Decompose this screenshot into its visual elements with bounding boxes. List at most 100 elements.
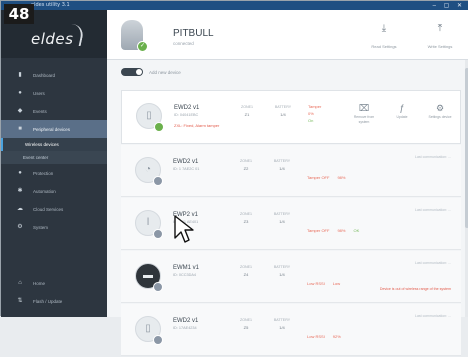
zone-column: ZONE1 Z1 (232, 105, 262, 117)
update-label: Update (396, 115, 408, 119)
last-communication: Last communication: ... (415, 155, 451, 159)
update-icon: ƒ (399, 103, 405, 113)
status-badge (153, 335, 163, 345)
home-icon: ⌂ (18, 280, 22, 286)
step-badge: 48 (4, 4, 34, 24)
device-tools: ⌧ Remove from system ƒ Update ⚙ Settings… (350, 101, 454, 124)
zone-header: ZONE1 (241, 105, 253, 109)
connected-check-icon: ✓ (137, 41, 148, 52)
cog-icon: ⚙ (17, 224, 23, 230)
update-device-button[interactable]: ƒ Update (388, 101, 416, 124)
sidebar-item-label: Events (33, 108, 47, 114)
app-window: eldes utility 3.1 – ▢ ✕ 48 eldes ▮ Dashb… (0, 0, 468, 356)
battery-status: 0% (308, 111, 314, 116)
window-title: eldes utility 3.1 (31, 2, 70, 8)
siren-icon: ▬ (143, 270, 153, 281)
zone-header: ZONE1 (240, 318, 252, 322)
sidebar-item-label: Protection (33, 170, 54, 176)
read-settings-button[interactable]: ⤓ Read Settings (365, 22, 403, 52)
device-card[interactable]: ▯ EWD2 v1 ID: 04041EBC ZXL: Fixed, Alarm… (121, 90, 461, 144)
remove-icon: ⌧ (358, 103, 370, 113)
remove-device-button[interactable]: ⌧ Remove from system (350, 101, 378, 124)
settings-label: Settings device (428, 115, 452, 119)
last-communication: Last communication: ... (415, 314, 451, 318)
device-status-text: connected (173, 41, 194, 46)
status-badge (153, 176, 163, 186)
tamper-status: Tamper (308, 104, 322, 109)
add-device-toggle-row: Add new device (121, 67, 181, 77)
battery-header: BATTERY (273, 265, 291, 269)
device-serial: ID: 1 7AE2C 01 (173, 167, 200, 171)
sidebar-item-home[interactable]: ⌂ Home (1, 274, 107, 292)
battery-value: 1/4 (279, 272, 285, 277)
sidebar-item-label: Event center (23, 155, 49, 160)
sidebar-item-label: Peripheral devices (33, 126, 71, 132)
status-stack: Tamper 0% On (308, 103, 321, 124)
tamper-status: Tamper OFF (307, 228, 330, 233)
battery-header: BATTERY (273, 159, 291, 163)
sidebar-item-dashboard[interactable]: ▮ Dashboard (1, 66, 107, 84)
signal-row: Tamper OFF 98% (307, 175, 345, 180)
sidebar-item-cloud-services[interactable]: ☁ Cloud Services (1, 200, 107, 218)
zone-column: ZONE1 Z4 (231, 265, 261, 277)
sidebar-item-users[interactable]: ● Users (1, 84, 107, 102)
zone-header: ZONE1 (240, 212, 252, 216)
device-card[interactable]: ǀ EWP2 v1 ID: 0 11 AE401 ZONE1 Z3 BATTER… (121, 198, 461, 250)
device-serial: ID: 0CC3DA4 (173, 273, 197, 277)
main-panel: ✓ PITBULL connected ⤓ Read Settings ⤒ Wr… (107, 10, 468, 356)
sidebar-item-peripheral-devices[interactable]: ■ Peripheral devices (1, 120, 107, 138)
sidebar: eldes ▮ Dashboard ● Users ◆ Events ■ Per… (1, 10, 107, 317)
rssi-status: Low RSSI (307, 281, 325, 286)
sidebar-nav: ▮ Dashboard ● Users ◆ Events ■ Periphera… (1, 66, 107, 236)
mouse-pointer-icon (174, 215, 194, 243)
device-name: EWD2 v1 (173, 318, 199, 324)
last-communication: Last communication: ... (415, 261, 451, 265)
sidebar-item-label: Home (33, 280, 46, 286)
sidebar-item-events[interactable]: ◆ Events (1, 102, 107, 120)
sidebar-item-protection[interactable]: ● Protection (1, 164, 107, 182)
sidebar-item-label: Users (33, 90, 45, 96)
add-device-toggle[interactable] (121, 68, 143, 76)
shield-icon: ● (18, 170, 22, 176)
device-settings-button[interactable]: ⚙ Settings device (426, 101, 454, 124)
pir-sensor-icon: ◔ (144, 164, 152, 175)
sidebar-subitem-wireless-devices[interactable]: Wireless devices (1, 138, 107, 151)
bell-icon: ◆ (17, 108, 23, 114)
toggle-label: Add new device (149, 69, 181, 75)
temperature-sensor-icon: ǀ (146, 217, 150, 228)
remove-label: Remove from system (353, 115, 375, 124)
battery-column: BATTERY 1/4 (267, 265, 297, 277)
window-controls[interactable]: – ▢ ✕ (433, 2, 465, 9)
battery-column: BATTERY 1/4 (268, 105, 298, 117)
device-warning: ZXL: Fixed, Alarm tamper (174, 123, 220, 128)
sidebar-item-system[interactable]: ⚙ System (1, 218, 107, 236)
sidebar-item-automation[interactable]: ✱ Automation (1, 182, 107, 200)
signal-row: Low RSSI Low (307, 281, 340, 286)
device-name: PITBULL (173, 28, 214, 39)
zone-header: ZONE1 (240, 265, 252, 269)
user-icon: ● (18, 90, 22, 96)
door-sensor-icon: ▯ (145, 323, 151, 334)
tamper-status: Tamper OFF (307, 175, 330, 180)
battery-header: BATTERY (273, 318, 291, 322)
device-card[interactable]: ▬ EWM1 v1 ID: 0CC3DA4 ZONE1 Z4 BATTERY 1… (121, 251, 461, 303)
last-communication: Last communication: ... (415, 208, 451, 212)
device-card[interactable]: ◔ EWD2 v1 ID: 1 7AE2C 01 ZONE1 Z2 BATTER… (121, 145, 461, 197)
device-card[interactable]: ▯ EWD2 v1 ID: 17AE4234 ZONE1 Z5 BATTERY … (121, 304, 461, 356)
device-serial: ID: 04041EBC (174, 113, 199, 117)
zone-column: ZONE1 Z3 (231, 212, 261, 224)
zone-value: Z1 (244, 112, 250, 117)
download-icon: ⤓ (381, 23, 387, 34)
battery-value: 1/4 (280, 112, 286, 117)
sidebar-subitem-event-center[interactable]: Event center (1, 151, 107, 164)
battery-value: 1/4 (279, 166, 285, 171)
device-serial: ID: 17AE4234 (173, 326, 197, 330)
battery-value: 1/4 (279, 219, 285, 224)
title-bar: eldes utility 3.1 – ▢ ✕ (1, 1, 468, 10)
signal-row: Tamper OFF 98% OK (307, 228, 359, 233)
write-settings-button[interactable]: ⤒ Write Settings (421, 22, 459, 52)
sidebar-item-flash[interactable]: ⇅ Flash / Update (1, 292, 107, 310)
sidebar-item-label: Dashboard (33, 72, 56, 78)
door-sensor-icon: ▯ (146, 110, 152, 121)
status-badge (154, 122, 164, 132)
